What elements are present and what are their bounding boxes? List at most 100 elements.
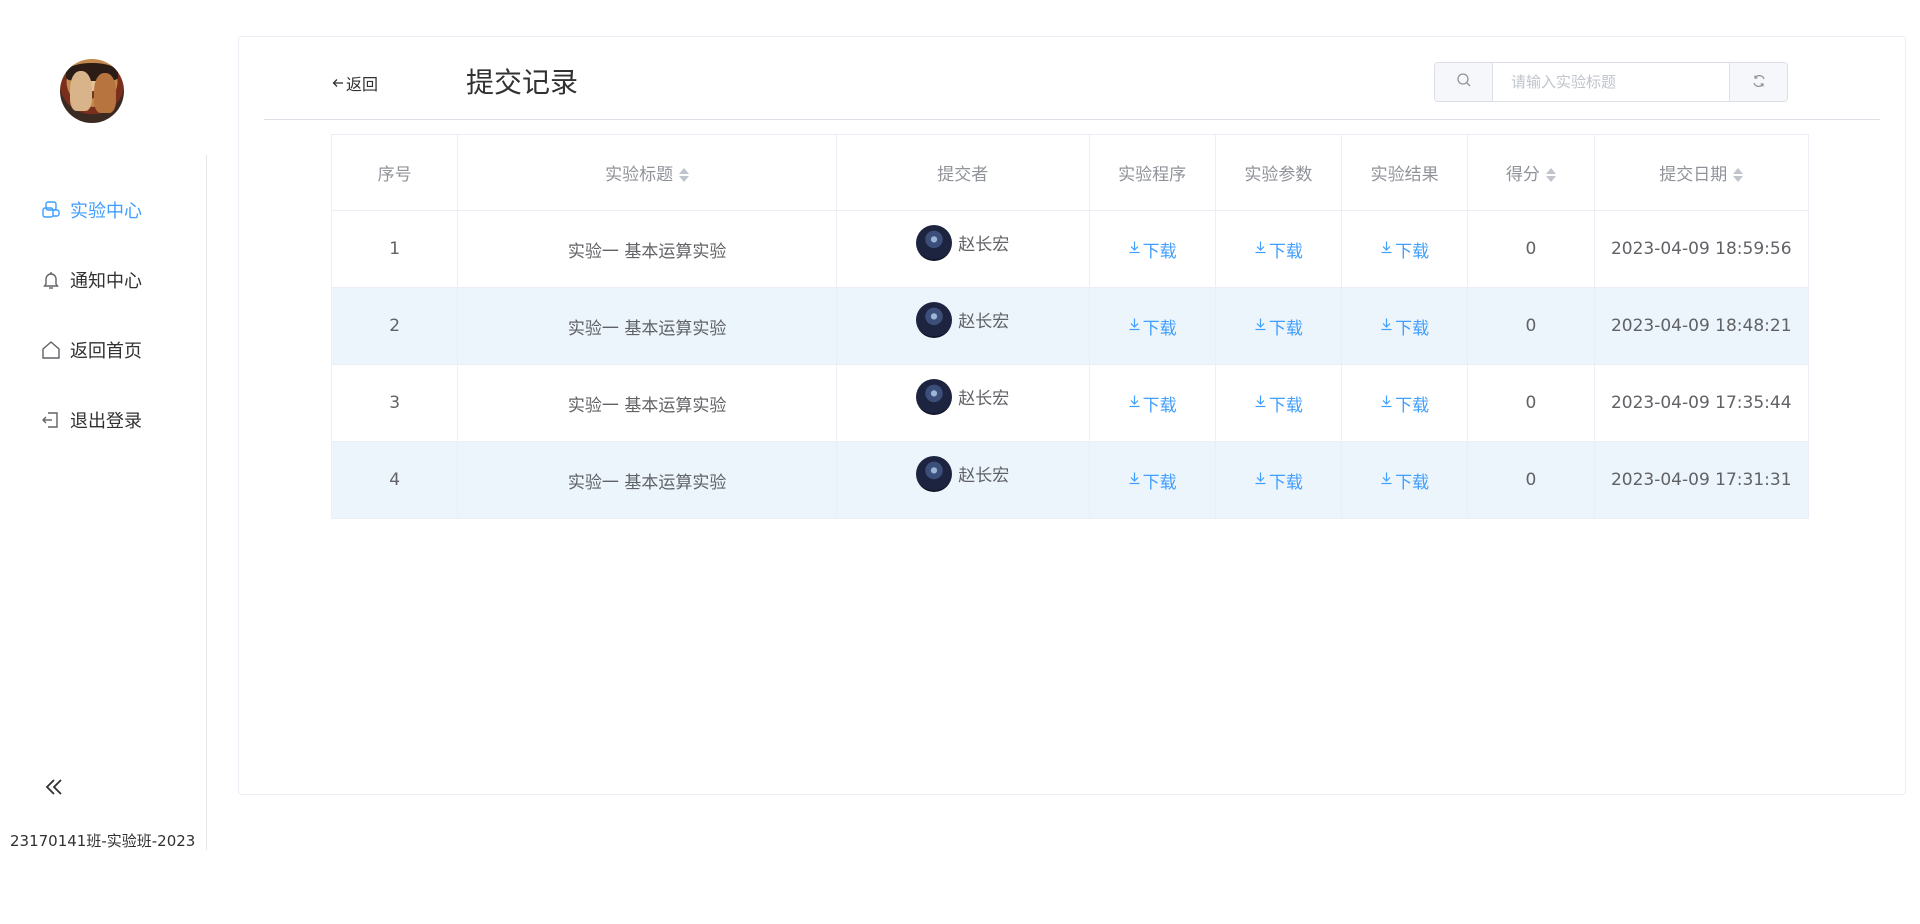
- result-download-link[interactable]: 下载: [1380, 468, 1429, 493]
- download-label: 下载: [1395, 395, 1430, 416]
- result-cell: 下载: [1341, 364, 1469, 442]
- params-cell: 下载: [1214, 210, 1343, 288]
- date-cell: 2023-04-09 17:31:31: [1593, 441, 1810, 519]
- submitter-cell: 赵长宏: [836, 210, 1090, 288]
- sort-caret-icon[interactable]: [1545, 167, 1556, 183]
- search-input[interactable]: [1493, 63, 1729, 101]
- download-icon: [1380, 470, 1395, 490]
- download-icon: [1254, 239, 1269, 259]
- submitter-cell: 赵长宏: [836, 287, 1090, 365]
- download-label: 下载: [1395, 472, 1430, 493]
- avatar: [916, 378, 953, 415]
- download-label: 下载: [1142, 241, 1177, 262]
- program-download-link[interactable]: 下载: [1128, 391, 1177, 416]
- score-cell: 0: [1467, 364, 1595, 442]
- col-header-program: 实验程序: [1088, 134, 1216, 211]
- program-download-link[interactable]: 下载: [1128, 314, 1177, 339]
- col-header-result: 实验结果: [1341, 134, 1469, 211]
- col-header-index: 序号: [330, 134, 459, 211]
- result-download-link[interactable]: 下载: [1380, 237, 1429, 262]
- sidebar: 实验中心 通知中心 返回首页 退出登录 23170141班-实验班-2023: [0, 0, 207, 924]
- table-row: 2 实验一 基本运算实验 赵长宏 下载 下载 下载 0 2023-04-09 18:48:21: [330, 287, 1810, 365]
- download-label: 下载: [1142, 472, 1177, 493]
- params-download-link[interactable]: 下载: [1254, 391, 1303, 416]
- avatar[interactable]: [60, 59, 124, 123]
- submitter-name: 赵长宏: [958, 235, 1010, 255]
- date-cell: 2023-04-09 17:35:44: [1593, 364, 1810, 442]
- home-icon: [40, 339, 62, 361]
- result-download-link[interactable]: 下载: [1380, 391, 1429, 416]
- avatar-figure-right: [94, 73, 116, 113]
- sidebar-item-home[interactable]: 返回首页: [0, 315, 206, 385]
- program-cell: 下载: [1088, 287, 1216, 365]
- sidebar-item-label: 返回首页: [70, 341, 142, 362]
- logout-icon: [40, 409, 62, 431]
- title-cell: 实验一 基本运算实验: [457, 210, 838, 288]
- params-cell: 下载: [1214, 364, 1343, 442]
- back-button[interactable]: 返回: [332, 71, 378, 95]
- params-cell: 下载: [1214, 287, 1343, 365]
- submitter-name: 赵长宏: [958, 389, 1010, 409]
- submitter-cell: 赵长宏: [836, 364, 1090, 442]
- params-download-link[interactable]: 下载: [1254, 468, 1303, 493]
- download-icon: [1128, 316, 1143, 336]
- program-cell: 下载: [1088, 364, 1216, 442]
- score-cell: 0: [1467, 441, 1595, 519]
- bell-icon: [40, 269, 62, 291]
- table-row: 1 实验一 基本运算实验 赵长宏 下载 下载 下载 0 2023-04-09 18:59:56: [330, 210, 1810, 288]
- download-icon: [1128, 393, 1143, 413]
- sidebar-item-label: 退出登录: [70, 411, 142, 432]
- program-download-link[interactable]: 下载: [1128, 237, 1177, 262]
- download-label: 下载: [1268, 241, 1303, 262]
- download-icon: [1380, 316, 1395, 336]
- index-cell: 2: [330, 287, 459, 365]
- table-row: 4 实验一 基本运算实验 赵长宏 下载 下载 下载 0 2023-04-09 17:31:31: [330, 441, 1810, 519]
- score-cell: 0: [1467, 287, 1595, 365]
- download-icon: [1254, 393, 1269, 413]
- search-group: [1434, 62, 1788, 102]
- index-cell: 1: [330, 210, 459, 288]
- program-download-link[interactable]: 下载: [1128, 468, 1177, 493]
- page-title: 提交记录: [466, 66, 579, 99]
- index-cell: 4: [330, 441, 459, 519]
- title-cell: 实验一 基本运算实验: [457, 287, 838, 365]
- search-button[interactable]: [1435, 63, 1493, 101]
- sort-caret-icon[interactable]: [1733, 167, 1744, 183]
- submitter-name: 赵长宏: [958, 466, 1010, 486]
- download-icon: [1254, 470, 1269, 490]
- result-cell: 下载: [1341, 210, 1469, 288]
- col-header-title[interactable]: 实验标题: [457, 134, 838, 211]
- download-icon: [1254, 316, 1269, 336]
- refresh-icon: [1752, 73, 1766, 92]
- download-label: 下载: [1268, 395, 1303, 416]
- download-label: 下载: [1395, 241, 1430, 262]
- col-header-score[interactable]: 得分: [1467, 134, 1595, 211]
- submission-table: 序号 实验标题 提交者 实验程序 实验参数 实验结果 得分 提交日期 1 实验一 …: [330, 134, 1810, 519]
- params-download-link[interactable]: 下载: [1254, 237, 1303, 262]
- sort-caret-icon[interactable]: [679, 167, 690, 183]
- result-download-link[interactable]: 下载: [1380, 314, 1429, 339]
- col-header-date[interactable]: 提交日期: [1593, 134, 1810, 211]
- params-download-link[interactable]: 下载: [1254, 314, 1303, 339]
- program-cell: 下载: [1088, 441, 1216, 519]
- collapse-sidebar-button[interactable]: [40, 775, 68, 803]
- download-label: 下载: [1268, 318, 1303, 339]
- submitter-cell: 赵长宏: [836, 441, 1090, 519]
- table-header-row: 序号 实验标题 提交者 实验程序 实验参数 实验结果 得分 提交日期: [330, 134, 1810, 211]
- table-row: 3 实验一 基本运算实验 赵长宏 下载 下载 下载 0 2023-04-09 17:35:44: [330, 364, 1810, 442]
- sidebar-item-logout[interactable]: 退出登录: [0, 385, 206, 455]
- download-label: 下载: [1142, 318, 1177, 339]
- sidebar-item-lab-center[interactable]: 实验中心: [0, 175, 206, 245]
- title-cell: 实验一 基本运算实验: [457, 441, 838, 519]
- avatar-figure-left: [70, 71, 92, 111]
- col-header-params: 实验参数: [1214, 134, 1343, 211]
- refresh-button[interactable]: [1729, 63, 1787, 101]
- sidebar-divider: [206, 155, 207, 850]
- date-cell: 2023-04-09 18:59:56: [1593, 210, 1810, 288]
- sidebar-item-label: 实验中心: [70, 201, 142, 222]
- download-label: 下载: [1142, 395, 1177, 416]
- params-cell: 下载: [1214, 441, 1343, 519]
- score-cell: 0: [1467, 210, 1595, 288]
- sidebar-item-notice-center[interactable]: 通知中心: [0, 245, 206, 315]
- download-icon: [1128, 239, 1143, 259]
